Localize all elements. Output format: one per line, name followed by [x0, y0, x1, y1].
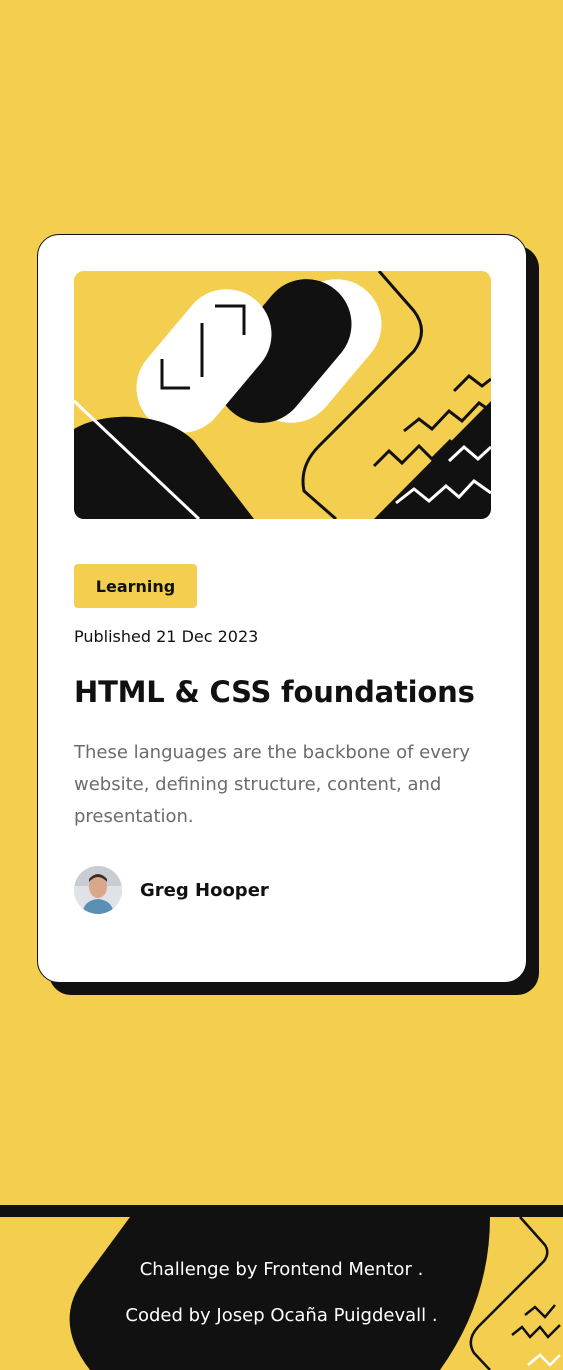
author: Greg Hooper: [74, 866, 269, 914]
attribution-challenge[interactable]: Challenge by Frontend Mentor .: [0, 1259, 563, 1280]
published-date: Published 21 Dec 2023: [74, 627, 259, 646]
category-tag[interactable]: Learning: [74, 564, 197, 608]
footer: Challenge by Frontend Mentor . Coded by …: [0, 1205, 563, 1370]
attribution-coded-by[interactable]: Coded by Josep Ocaña Puigdevall .: [0, 1305, 563, 1326]
hero-illustration: [74, 271, 491, 519]
card-description: These languages are the backbone of ever…: [74, 742, 470, 827]
avatar: [74, 866, 122, 914]
author-name: Greg Hooper: [140, 879, 269, 901]
card-title[interactable]: HTML & CSS foundations: [74, 675, 475, 709]
blog-card: Learning Published 21 Dec 2023 HTML & CS…: [37, 234, 527, 983]
